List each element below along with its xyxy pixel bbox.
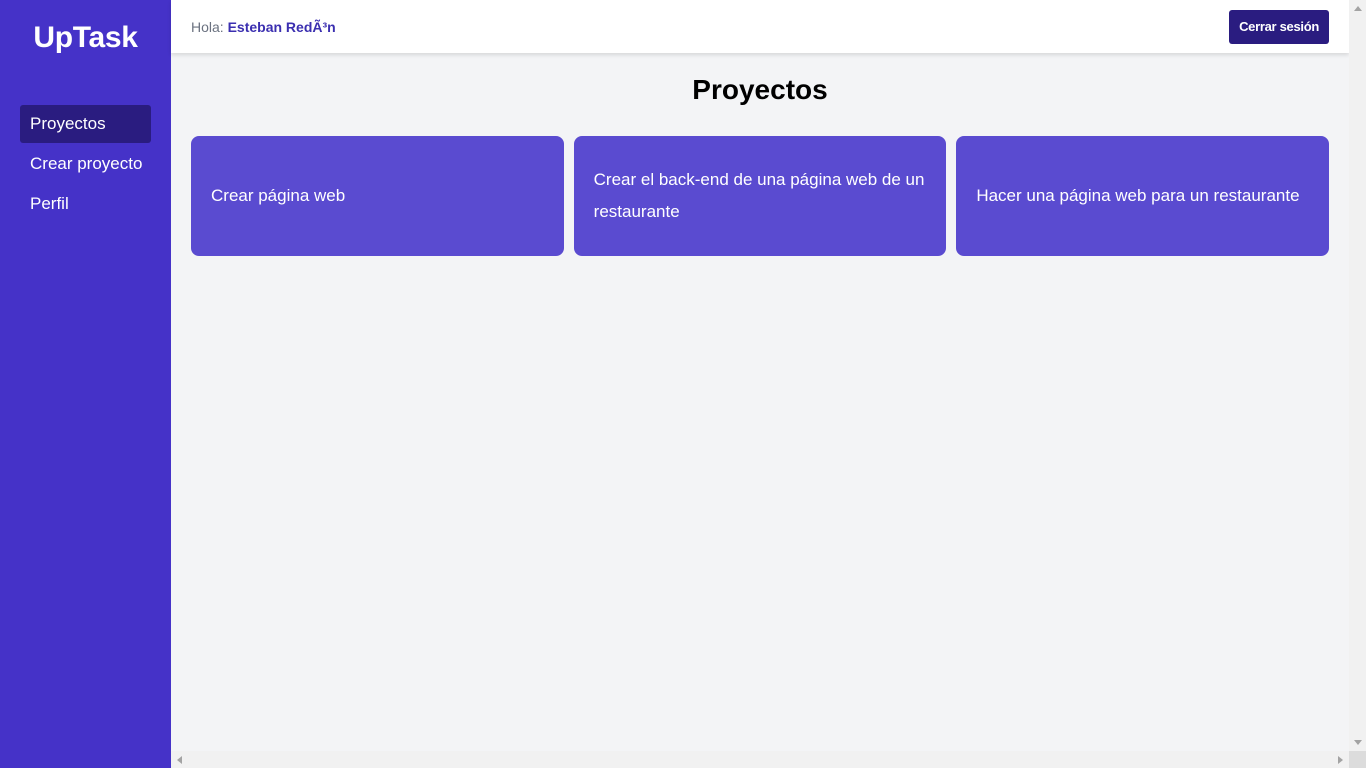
sidebar-item-perfil[interactable]: Perfil [20, 185, 151, 223]
scrollbar-corner [1349, 751, 1366, 768]
sidebar-nav: Proyectos Crear proyecto Perfil [0, 105, 171, 223]
scroll-up-arrow-icon[interactable] [1354, 6, 1362, 11]
sidebar-item-proyectos[interactable]: Proyectos [20, 105, 151, 143]
top-bar: Hola: Esteban RedÃ³n Cerrar sesión [171, 0, 1349, 53]
scroll-left-arrow-icon[interactable] [177, 756, 182, 764]
sidebar-item-crear-proyecto[interactable]: Crear proyecto [20, 145, 151, 183]
horizontal-scrollbar[interactable] [171, 751, 1349, 768]
sidebar: UpTask Proyectos Crear proyecto Perfil [0, 0, 171, 768]
greeting-prefix: Hola: [191, 18, 224, 35]
scroll-right-arrow-icon[interactable] [1338, 756, 1343, 764]
app-logo[interactable]: UpTask [0, 20, 171, 56]
user-name: Esteban RedÃ³n [227, 18, 336, 35]
logout-button[interactable]: Cerrar sesión [1229, 9, 1329, 44]
app-root: UpTask Proyectos Crear proyecto Perfil H… [0, 0, 1366, 768]
greeting: Hola: Esteban RedÃ³n [191, 19, 336, 35]
project-card[interactable]: Crear el back-end de una página web de u… [573, 136, 947, 256]
scroll-down-arrow-icon[interactable] [1354, 740, 1362, 745]
main-content: Proyectos Crear página web Crear el back… [171, 53, 1349, 751]
project-list: Crear página web Crear el back-end de un… [191, 136, 1329, 256]
project-card[interactable]: Crear página web [191, 136, 564, 256]
page-title: Proyectos [692, 74, 828, 105]
project-card[interactable]: Hacer una página web para un restaurante [956, 136, 1329, 256]
vertical-scrollbar[interactable] [1349, 0, 1366, 751]
